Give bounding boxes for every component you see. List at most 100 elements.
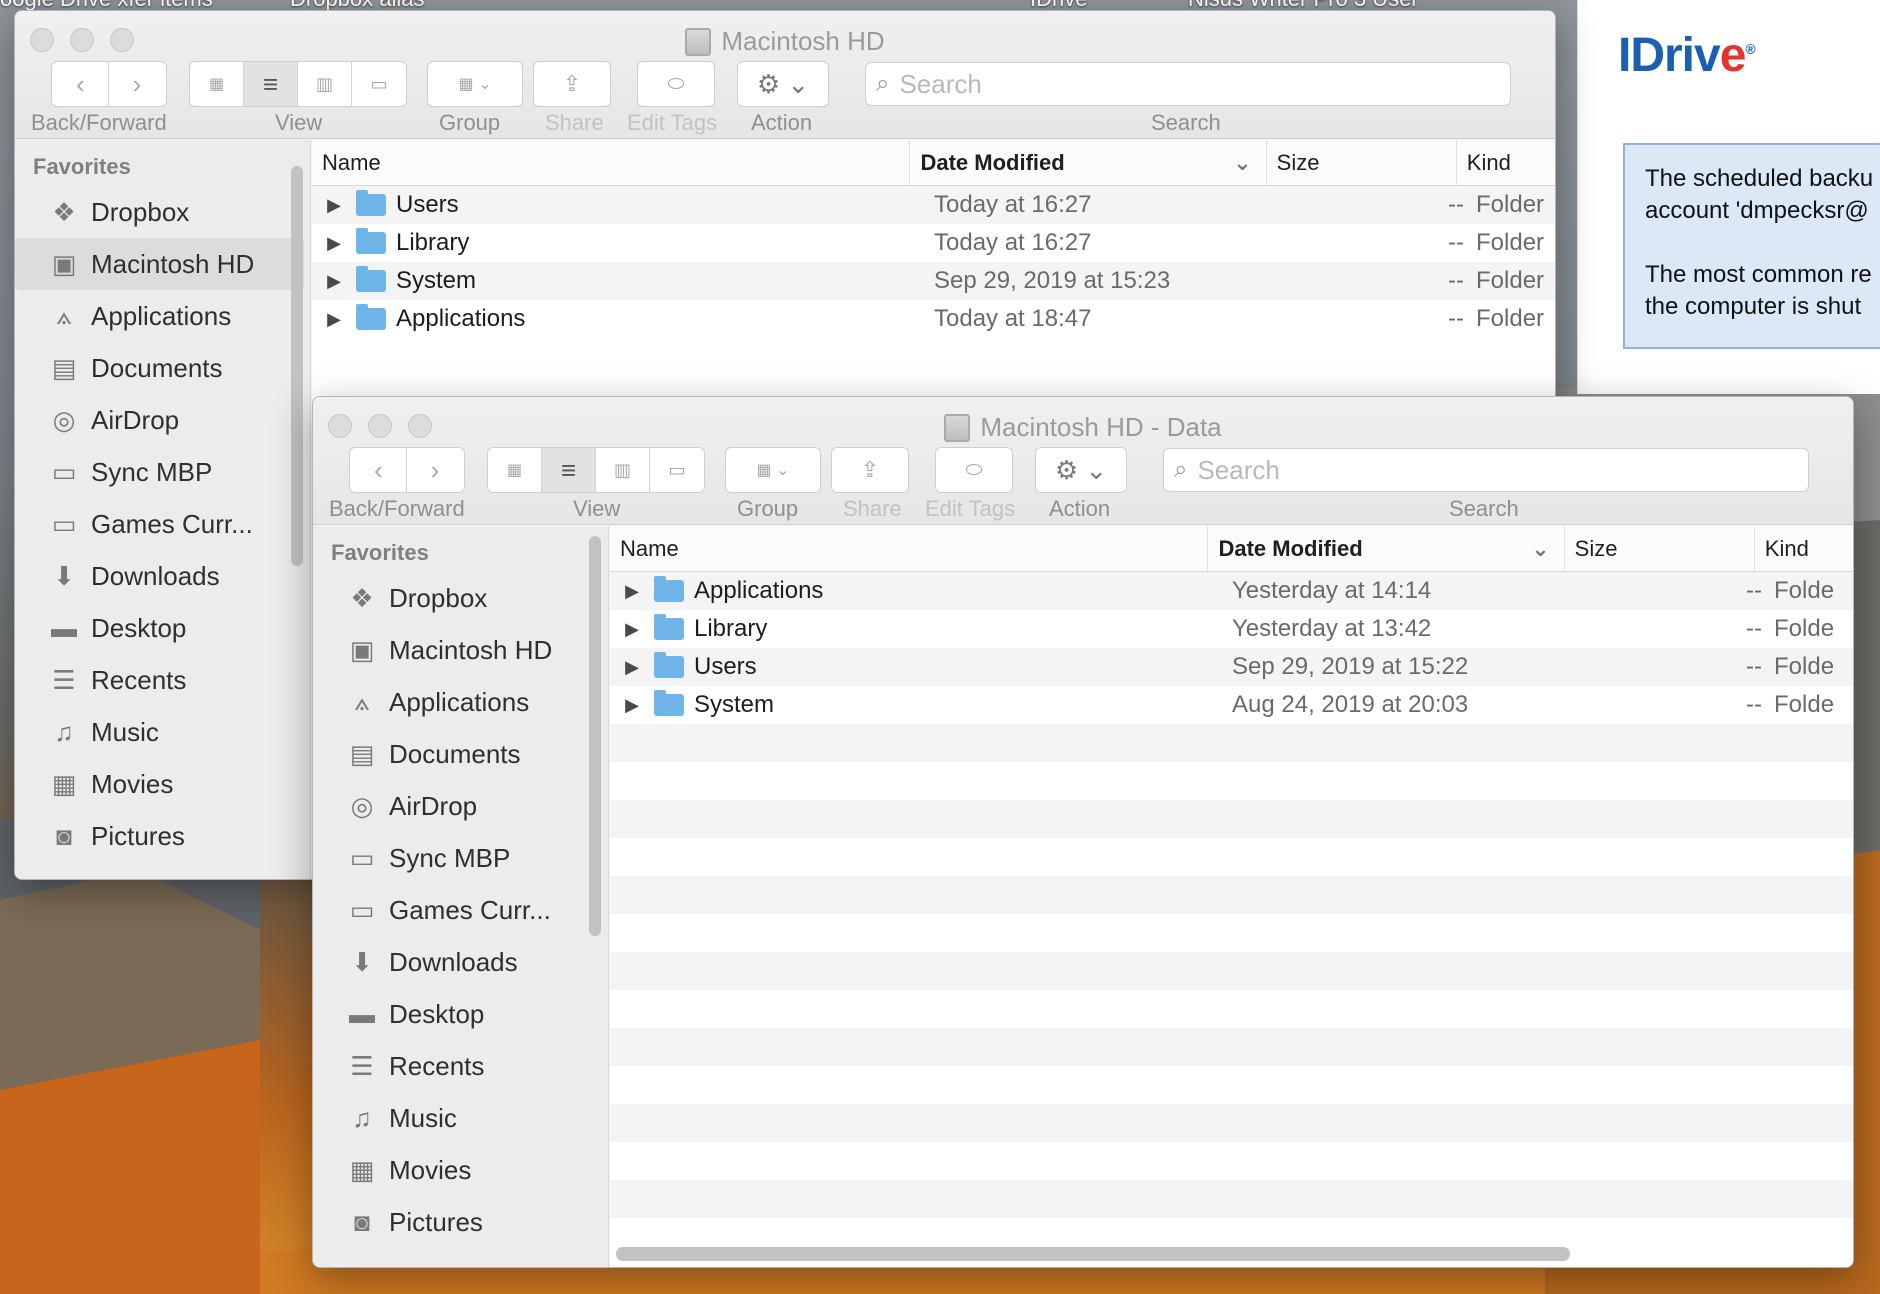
desktop-icon: ▬ <box>51 612 77 643</box>
column-header-kind[interactable]: Kind <box>1457 140 1555 185</box>
hard-drive-icon: ▣ <box>51 248 77 279</box>
sidebar-item-sync-mbp[interactable]: ▭ Sync MBP <box>313 832 608 884</box>
table-row[interactable]: ▶ System Sep 29, 2019 at 15:23 -- Folder <box>312 262 1555 300</box>
disclosure-triangle-icon[interactable]: ▶ <box>610 581 654 602</box>
sidebar-item-label: Applications <box>91 300 232 331</box>
disclosure-triangle-icon[interactable]: ▶ <box>610 657 654 678</box>
share-button[interactable]: ⇪ <box>533 61 611 107</box>
disclosure-triangle-icon[interactable]: ▶ <box>312 271 356 292</box>
search-input[interactable] <box>899 68 1407 100</box>
sidebar-item-downloads[interactable]: ⬇ Downloads <box>15 550 310 602</box>
recents-icon: ☰ <box>350 1050 374 1081</box>
forward-button[interactable]: › <box>109 62 165 106</box>
list-view-button[interactable]: ≡ <box>244 62 298 106</box>
table-row[interactable]: ▶ Applications Yesterday at 14:14 -- Folde <box>610 572 1853 610</box>
sidebar-item-airdrop[interactable]: ◎ AirDrop <box>313 780 608 832</box>
sidebar-item-games[interactable]: ▭ Games Curr... <box>15 498 310 550</box>
sidebar-item-macintosh-hd[interactable]: ▣ Macintosh HD <box>313 624 608 676</box>
table-row[interactable]: ▶ Users Sep 29, 2019 at 15:22 -- Folde <box>610 648 1853 686</box>
file-name: Library <box>396 229 470 256</box>
list-view-button[interactable]: ≡ <box>542 448 596 492</box>
sidebar-item-recents[interactable]: ☰ Recents <box>313 1040 608 1092</box>
sidebar-item-pictures[interactable]: ◙ Pictures <box>15 810 310 862</box>
sidebar-item-documents[interactable]: ▤ Documents <box>15 342 310 394</box>
sidebar-item-dropbox[interactable]: ❖ Dropbox <box>313 572 608 624</box>
search-field[interactable]: ⌕ <box>865 62 1511 106</box>
sidebar-item-documents[interactable]: ▤ Documents <box>313 728 608 780</box>
horizontal-scrollbar[interactable] <box>616 1247 1570 1261</box>
gear-icon: ⚙ <box>756 68 781 99</box>
documents-icon: ▤ <box>51 352 77 383</box>
disclosure-triangle-icon[interactable]: ▶ <box>312 233 356 254</box>
search-field[interactable]: ⌕ <box>1163 448 1809 492</box>
recents-icon: ☰ <box>52 664 76 695</box>
column-header-date[interactable]: Date Modified ⌄ <box>1208 526 1565 571</box>
gallery-view-button[interactable]: ▭ <box>352 62 406 106</box>
table-row[interactable]: ▶ Users Today at 16:27 -- Folder <box>312 186 1555 224</box>
table-row[interactable]: ▶ Library Yesterday at 13:42 -- Folde <box>610 610 1853 648</box>
folder-icon <box>356 228 386 254</box>
back-button[interactable]: ‹ <box>53 62 109 106</box>
column-header-kind[interactable]: Kind <box>1755 526 1853 571</box>
sidebar-item-airdrop[interactable]: ◎ AirDrop <box>15 394 310 446</box>
search-input[interactable] <box>1197 454 1705 486</box>
action-button[interactable]: ⚙ ⌄ <box>737 61 829 107</box>
sidebar-item-music[interactable]: ♫ Music <box>313 1092 608 1144</box>
finder-window-macintosh-hd-data[interactable]: Macintosh HD - Data ‹ › Back/Forward ▦ ≡… <box>312 396 1854 1268</box>
sidebar-item-desktop[interactable]: ▬ Desktop <box>313 988 608 1040</box>
edit-tags-button[interactable]: ⬭ <box>935 447 1013 493</box>
action-button[interactable]: ⚙ ⌄ <box>1035 447 1127 493</box>
sidebar-scrollbar[interactable] <box>589 536 601 936</box>
sidebar-scrollbar[interactable] <box>291 166 303 566</box>
group-button[interactable]: ▦ ⌄ <box>725 447 821 493</box>
music-icon: ♫ <box>54 716 74 747</box>
back-button[interactable]: ‹ <box>351 448 407 492</box>
folder-icon <box>654 576 684 602</box>
column-header-size[interactable]: Size <box>1267 140 1457 185</box>
sidebar-item-music[interactable]: ♫ Music <box>15 706 310 758</box>
icon-view-button[interactable]: ▦ <box>190 62 244 106</box>
icon-view-button[interactable]: ▦ <box>488 448 542 492</box>
sidebar-item-recents[interactable]: ☰ Recents <box>15 654 310 706</box>
file-size: -- <box>1746 691 1762 718</box>
sidebar-item-downloads[interactable]: ⬇ Downloads <box>313 936 608 988</box>
table-row[interactable]: ▶ Applications Today at 18:47 -- Folder <box>312 300 1555 338</box>
sidebar-item-movies[interactable]: ▦ Movies <box>313 1144 608 1196</box>
sidebar-item-dropbox[interactable]: ❖ Dropbox <box>15 186 310 238</box>
folder-icon: ▭ <box>51 456 77 487</box>
sidebar-item-label: Movies <box>91 768 174 799</box>
column-header-date[interactable]: Date Modified ⌄ <box>910 140 1267 185</box>
share-button[interactable]: ⇪ <box>831 447 909 493</box>
sidebar-item-applications[interactable]: ⟑ Applications <box>15 290 310 342</box>
gallery-view-button[interactable]: ▭ <box>650 448 704 492</box>
table-row[interactable]: ▶ Library Today at 16:27 -- Folder <box>312 224 1555 262</box>
sidebar-item-label: AirDrop <box>389 790 478 821</box>
chevron-down-icon: ⌄ <box>1233 149 1252 175</box>
sidebar-item-sync-mbp[interactable]: ▭ Sync MBP <box>15 446 310 498</box>
sidebar-item-label: Downloads <box>91 560 220 591</box>
sidebar-item-movies[interactable]: ▦ Movies <box>15 758 310 810</box>
disclosure-triangle-icon[interactable]: ▶ <box>610 619 654 640</box>
disclosure-triangle-icon[interactable]: ▶ <box>312 309 356 330</box>
sidebar-item-pictures[interactable]: ◙ Pictures <box>313 1196 608 1248</box>
forward-button[interactable]: › <box>407 448 463 492</box>
column-header-size[interactable]: Size <box>1565 526 1755 571</box>
column-header-name[interactable]: Name <box>312 140 911 185</box>
empty-row <box>610 1142 1853 1180</box>
edit-tags-button[interactable]: ⬭ <box>637 61 715 107</box>
sidebar-item-games[interactable]: ▭ Games Curr... <box>313 884 608 936</box>
table-row[interactable]: ▶ System Aug 24, 2019 at 20:03 -- Folde <box>610 686 1853 724</box>
sidebar-item-desktop[interactable]: ▬ Desktop <box>15 602 310 654</box>
sidebar-item-label: Pictures <box>389 1206 483 1237</box>
documents-icon: ▤ <box>349 738 375 769</box>
sidebar-item-applications[interactable]: ⟑ Applications <box>313 676 608 728</box>
sidebar-item-label: Sync MBP <box>91 456 213 487</box>
column-view-button[interactable]: ▥ <box>298 62 352 106</box>
group-button[interactable]: ▦ ⌄ <box>427 61 523 107</box>
column-header-name[interactable]: Name <box>610 526 1209 571</box>
disclosure-triangle-icon[interactable]: ▶ <box>312 195 356 216</box>
sidebar-item-macintosh-hd[interactable]: ▣ Macintosh HD <box>15 238 304 290</box>
disclosure-triangle-icon[interactable]: ▶ <box>610 695 654 716</box>
column-view-button[interactable]: ▥ <box>596 448 650 492</box>
idrive-window: IDrive® The scheduled backu account 'dmp… <box>1577 0 1880 394</box>
